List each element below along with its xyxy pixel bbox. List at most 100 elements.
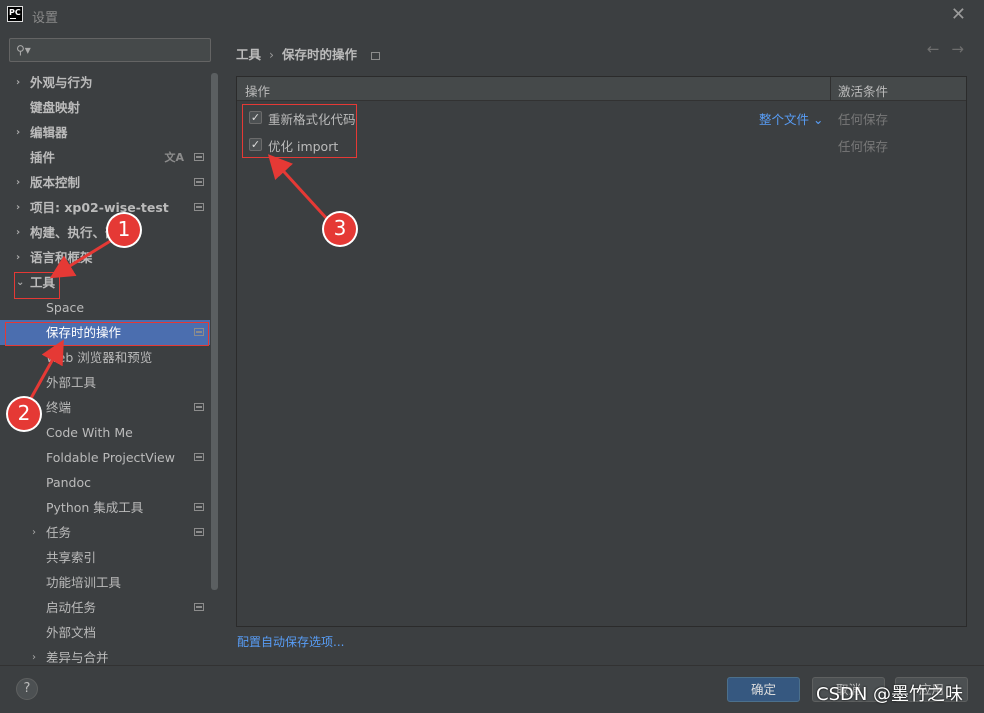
project-config-icon xyxy=(194,453,204,461)
sidebar-item[interactable]: › 外观与行为 xyxy=(0,70,210,95)
sidebar-item-label: 启动任务 xyxy=(46,600,97,615)
project-config-icon xyxy=(194,503,204,511)
optimize-imports-label: 优化 import xyxy=(268,139,339,154)
sidebar-item[interactable]: Pandoc xyxy=(0,470,210,495)
sidebar-item[interactable]: › 版本控制 xyxy=(0,170,210,195)
sidebar-item-label: 版本控制 xyxy=(30,175,81,190)
sidebar-item-label: 保存时的操作 xyxy=(46,325,122,340)
sidebar-item-label: 语言和框架 xyxy=(30,250,93,265)
column-divider[interactable] xyxy=(830,77,831,101)
sidebar-item-label: 工具 xyxy=(30,275,56,290)
chevron-right-icon[interactable]: › xyxy=(16,170,20,195)
actions-table: 操作 激活条件 ✓ 重新格式化代码 整个文件 ⌄ 任何保存 ✓ 优化 impor… xyxy=(236,76,967,627)
watermark: CSDN @墨竹之味 xyxy=(816,684,964,705)
sidebar-scrollbar[interactable] xyxy=(211,73,218,590)
sidebar-item-label: Code With Me xyxy=(46,425,133,440)
translate-icon: 文A xyxy=(164,151,184,164)
search-box[interactable]: ⚲▾ xyxy=(9,38,211,62)
reformat-checkbox[interactable]: ✓ xyxy=(249,111,262,124)
chevron-right-icon[interactable]: › xyxy=(16,195,20,220)
sidebar-item-label: 项目: xp02-wise-test xyxy=(30,200,169,215)
sidebar-item-label: Pandoc xyxy=(46,475,92,490)
annotation-marker-3: 3 xyxy=(324,213,356,245)
sidebar-item[interactable]: Foldable ProjectView xyxy=(0,445,210,470)
sidebar-item[interactable]: 共享索引 xyxy=(0,545,210,570)
breadcrumb-current: 保存时的操作 xyxy=(282,47,358,62)
sidebar-item-label: 外部工具 xyxy=(46,375,97,390)
project-config-icon xyxy=(194,178,204,186)
sidebar-item-label: 构建、执行、部 xyxy=(30,225,118,240)
close-icon[interactable]: ✕ xyxy=(951,4,966,25)
sidebar-item[interactable]: Python 集成工具 xyxy=(0,495,210,520)
optimize-imports-checkbox[interactable]: ✓ xyxy=(249,138,262,151)
sidebar-item[interactable]: 功能培训工具 xyxy=(0,570,210,595)
sidebar-item[interactable]: 键盘映射 xyxy=(0,95,210,120)
sidebar-item-label: 编辑器 xyxy=(30,125,68,140)
settings-tree: › 外观与行为键盘映射 › 编辑器插件 文A › 版本控制 › 项目: xp02-wise-te… xyxy=(0,70,210,670)
column-header-conditions: 激活条件 xyxy=(838,84,889,99)
sidebar-item-label: 功能培训工具 xyxy=(46,575,122,590)
breadcrumb: 工具 › 保存时的操作 xyxy=(236,44,381,63)
project-config-icon xyxy=(194,528,204,536)
settings-sidebar: ⚲▾ › 外观与行为键盘映射 › 编辑器插件 文A › 版本控制 › 项目: xp02-wise… xyxy=(0,30,220,665)
configure-autosave-link[interactable]: 配置自动保存选项... xyxy=(237,633,344,650)
help-button[interactable]: ? xyxy=(16,678,38,700)
sidebar-item-label: Python 集成工具 xyxy=(46,500,144,515)
chevron-down-icon[interactable]: ⌄ xyxy=(16,270,24,295)
sidebar-item[interactable]: 外部文档 xyxy=(0,620,210,645)
project-config-icon xyxy=(371,51,381,60)
sidebar-item[interactable]: › 编辑器 xyxy=(0,120,210,145)
sidebar-item-label: 键盘映射 xyxy=(30,100,81,115)
chevron-right-icon[interactable]: › xyxy=(16,220,20,245)
sidebar-item[interactable]: 启动任务 xyxy=(0,595,210,620)
chevron-right-icon[interactable]: › xyxy=(16,70,20,95)
sidebar-item-label: 外部文档 xyxy=(46,625,97,640)
sidebar-item-label: 终端 xyxy=(46,400,72,415)
search-input[interactable] xyxy=(36,41,206,59)
sidebar-item[interactable]: › 项目: xp02-wise-test xyxy=(0,195,210,220)
scope-dropdown[interactable]: 整个文件 ⌄ xyxy=(759,109,823,128)
chevron-right-icon[interactable]: › xyxy=(16,120,20,145)
reformat-label: 重新格式化代码 xyxy=(268,112,356,127)
sidebar-item[interactable]: ⌄ 工具 xyxy=(0,270,210,295)
breadcrumb-separator: › xyxy=(269,47,275,62)
forward-arrow-icon[interactable]: → xyxy=(951,40,964,58)
chevron-right-icon[interactable]: › xyxy=(16,245,20,270)
column-header-actions: 操作 xyxy=(245,84,271,99)
search-icon: ⚲▾ xyxy=(16,43,31,57)
project-config-icon xyxy=(194,328,204,336)
pycharm-logo-icon: PC xyxy=(7,6,23,22)
sidebar-item[interactable]: › 构建、执行、部 xyxy=(0,220,210,245)
table-row-optimize-imports[interactable]: ✓ 优化 import 任何保存 xyxy=(237,132,966,159)
nav-arrows: ← → xyxy=(915,40,964,58)
project-config-icon xyxy=(194,153,204,161)
ok-button[interactable]: 确定 xyxy=(727,677,800,702)
main-panel: 工具 › 保存时的操作 ← → 操作 激活条件 ✓ 重新格式化代码 整个文件 ⌄ 任何… xyxy=(220,30,984,665)
sidebar-item-label: 外观与行为 xyxy=(30,75,93,90)
sidebar-item[interactable]: › 任务 xyxy=(0,520,210,545)
sidebar-item-label: Foldable ProjectView xyxy=(46,450,175,465)
sidebar-item[interactable]: Web 浏览器和预览 xyxy=(0,345,210,370)
project-config-icon xyxy=(194,403,204,411)
project-config-icon xyxy=(194,203,204,211)
sidebar-item-label: 共享索引 xyxy=(46,550,97,565)
sidebar-item[interactable]: › 语言和框架 xyxy=(0,245,210,270)
table-header: 操作 激活条件 xyxy=(237,77,966,101)
optimize-imports-condition: 任何保存 xyxy=(838,139,889,154)
sidebar-item-label: 任务 xyxy=(46,525,72,540)
sidebar-item[interactable]: Space xyxy=(0,295,210,320)
sidebar-item[interactable]: 保存时的操作 xyxy=(0,320,210,345)
chevron-right-icon[interactable]: › xyxy=(32,520,36,545)
breadcrumb-parent[interactable]: 工具 xyxy=(236,44,261,63)
sidebar-item-label: 插件 xyxy=(30,150,56,165)
reformat-condition: 任何保存 xyxy=(838,112,889,127)
project-config-icon xyxy=(194,603,204,611)
sidebar-item[interactable]: 外部工具 xyxy=(0,370,210,395)
back-arrow-icon[interactable]: ← xyxy=(927,40,940,58)
sidebar-item[interactable]: 插件 文A xyxy=(0,145,210,170)
title-bar: PC 设置 ✕ xyxy=(0,0,984,30)
sidebar-item-label: Web 浏览器和预览 xyxy=(46,350,153,365)
table-row-reformat[interactable]: ✓ 重新格式化代码 整个文件 ⌄ 任何保存 xyxy=(237,105,966,132)
annotation-marker-2: 2 xyxy=(8,398,40,430)
sidebar-item-label: Space xyxy=(46,300,85,315)
